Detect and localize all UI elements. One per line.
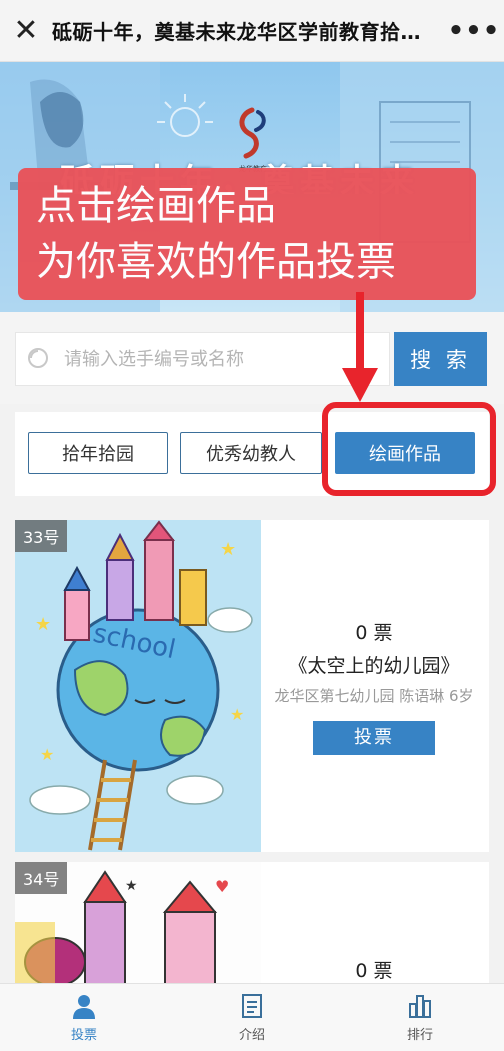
- work-image[interactable]: school ★ ★ ★ ★: [15, 520, 261, 852]
- work-number-badge: 33号: [15, 520, 68, 552]
- close-icon[interactable]: ✕: [0, 0, 52, 62]
- pointer-arrow-icon: [342, 292, 378, 402]
- search-area: 搜 索: [0, 312, 504, 404]
- work-author: 龙华区第七幼儿园 陈语琳 6岁: [274, 687, 474, 705]
- search-button[interactable]: 搜 索: [394, 332, 487, 386]
- work-number-badge: 34号: [15, 862, 68, 894]
- work-info: 0 票: [273, 956, 475, 983]
- tabbar-item-ranking[interactable]: 排行: [336, 984, 504, 1051]
- instruction-line-1: 点击绘画作品: [36, 183, 276, 229]
- work-card[interactable]: ♥ ★ 34号 0 票: [15, 862, 489, 992]
- svg-text:★: ★: [230, 705, 244, 724]
- tab-ten-years-ten-gardens[interactable]: 拾年拾园: [28, 432, 168, 474]
- svg-text:★: ★: [40, 745, 54, 764]
- svg-text:★: ★: [220, 539, 236, 560]
- vote-button[interactable]: 投票: [313, 721, 435, 755]
- more-icon[interactable]: •••: [444, 0, 504, 62]
- drawing-illustration: school ★ ★ ★ ★: [15, 520, 261, 852]
- instruction-line-2: 为你喜欢的作品投票: [36, 239, 396, 285]
- person-icon: [73, 995, 95, 1019]
- work-card[interactable]: school ★ ★ ★ ★ 33号 0 票 《太空上的幼儿园》 龙华区第七幼儿…: [15, 520, 489, 852]
- tab-excellent-teachers[interactable]: 优秀幼教人: [180, 432, 322, 474]
- bottom-tab-bar: 投票 介绍 排行: [0, 983, 504, 1051]
- tabbar-label: 投票: [70, 1028, 97, 1043]
- svg-text:★: ★: [125, 878, 138, 894]
- bar-chart-icon: [409, 995, 431, 1018]
- tabbar-label: 排行: [406, 1028, 433, 1043]
- tabbar-item-vote[interactable]: 投票: [0, 984, 168, 1051]
- work-title: 《太空上的幼儿园》: [288, 655, 460, 677]
- svg-text:♥: ♥: [215, 877, 229, 896]
- vote-count: 0 票: [355, 622, 393, 644]
- tabbar-label: 介绍: [238, 1028, 265, 1043]
- page-title: 砥砺十年，奠基未来龙华区学前教育拾…: [52, 20, 421, 44]
- vote-count: 0 票: [355, 960, 393, 982]
- work-info: 0 票 《太空上的幼儿园》 龙华区第七幼儿园 陈语琳 6岁 投票: [273, 618, 475, 755]
- document-icon: [242, 994, 262, 1018]
- search-input[interactable]: [64, 348, 364, 370]
- svg-text:★: ★: [35, 614, 51, 635]
- tabbar-item-intro[interactable]: 介绍: [168, 984, 336, 1051]
- search-icon: [28, 348, 48, 368]
- highlight-frame: [322, 402, 496, 496]
- top-navbar: ✕ 砥砺十年，奠基未来龙华区学前教育拾… •••: [0, 0, 504, 62]
- instruction-overlay: 点击绘画作品 为你喜欢的作品投票: [18, 168, 476, 300]
